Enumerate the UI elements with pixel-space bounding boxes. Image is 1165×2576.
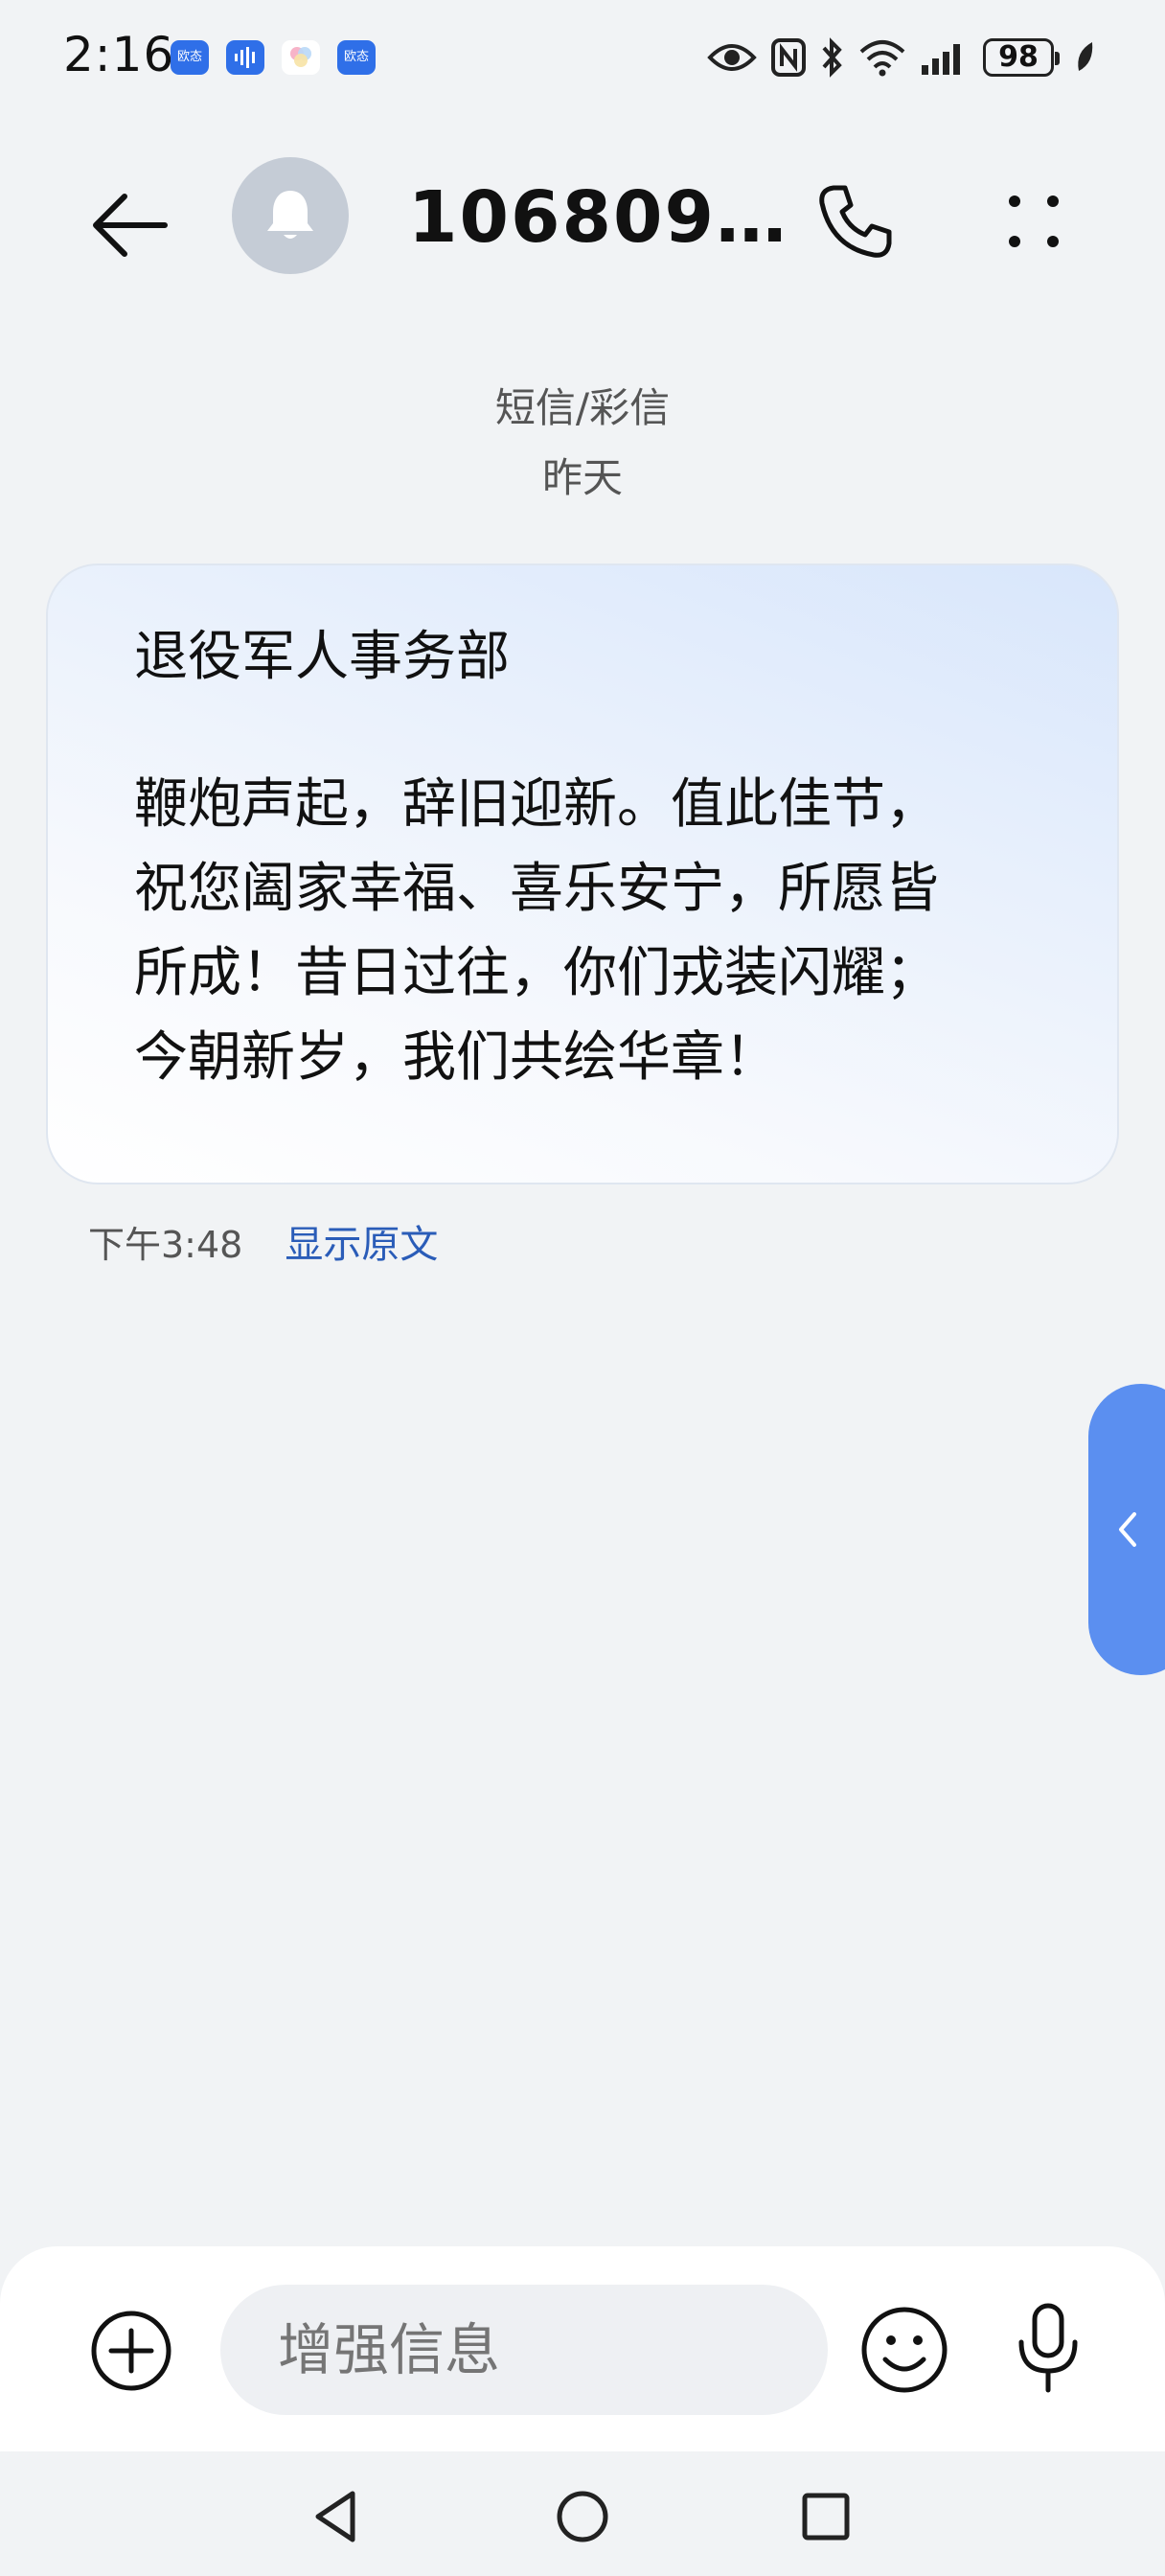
call-button[interactable]	[812, 178, 899, 264]
wifi-icon	[859, 40, 905, 77]
system-navigation-bar	[0, 2451, 1165, 2576]
message-input[interactable]	[220, 2285, 828, 2415]
add-attachment-button[interactable]	[88, 2308, 174, 2394]
circle-home-icon	[557, 2491, 608, 2542]
contact-name[interactable]: 106809…	[408, 176, 788, 259]
chevron-left-icon	[1119, 1512, 1136, 1547]
date-separator: 昨天	[541, 454, 623, 501]
nav-back-button[interactable]	[308, 2486, 370, 2547]
message-bubble[interactable]: 退役军人事务部 鞭炮声起，辞旧迎新。值此佳节， 祝您阖家幸福、喜乐安宁，所愿皆 …	[46, 564, 1119, 1184]
bluetooth-icon	[822, 37, 842, 78]
more-options-button[interactable]	[991, 178, 1077, 264]
status-bar: 2:16 欧态 欧态 98	[0, 0, 1165, 115]
square-recents-icon	[802, 2493, 850, 2541]
back-button[interactable]	[88, 182, 174, 268]
arrow-left-icon	[93, 194, 168, 257]
voice-input-button[interactable]	[1008, 2300, 1088, 2396]
battery-indicator: 98	[983, 38, 1060, 77]
nfc-icon	[771, 38, 806, 77]
message-body: 鞭炮声起，辞旧迎新。值此佳节， 祝您阖家幸福、喜乐安宁，所愿皆 所成！昔日过往，…	[134, 773, 939, 1089]
message-composer	[0, 2246, 1165, 2451]
plus-circle-icon	[91, 2311, 171, 2391]
microphone-icon	[1018, 2303, 1078, 2393]
conversation-header: 106809…	[0, 144, 1165, 288]
voice-app-icon	[226, 40, 264, 75]
triangle-back-icon	[315, 2491, 355, 2542]
yitai-app-icon: 欧态	[337, 40, 376, 75]
status-icons: 98	[707, 34, 1098, 80]
contact-avatar[interactable]	[232, 157, 349, 274]
nav-home-button[interactable]	[552, 2486, 613, 2547]
photos-app-icon	[282, 40, 320, 75]
bell-icon	[267, 191, 313, 239]
yitai-app-icon: 欧态	[171, 40, 209, 75]
message-time: 下午3:48	[88, 1223, 243, 1266]
message-sender: 退役军人事务部	[134, 626, 510, 688]
emoji-button[interactable]	[858, 2304, 950, 2396]
nav-recents-button[interactable]	[795, 2486, 857, 2547]
leaf-icon	[1078, 42, 1093, 71]
message-meta: 下午3:48 显示原文	[88, 1213, 438, 1269]
eye-icon	[707, 44, 757, 71]
side-panel-tab[interactable]	[1088, 1384, 1165, 1675]
more-dots-icon	[1009, 196, 1059, 247]
signal-icon	[922, 44, 960, 75]
status-time: 2:16	[63, 27, 175, 82]
show-original-link[interactable]: 显示原文	[285, 1213, 438, 1269]
phone-icon	[819, 185, 892, 258]
channel-label: 短信/彩信	[494, 384, 671, 431]
smiley-icon	[861, 2307, 948, 2393]
